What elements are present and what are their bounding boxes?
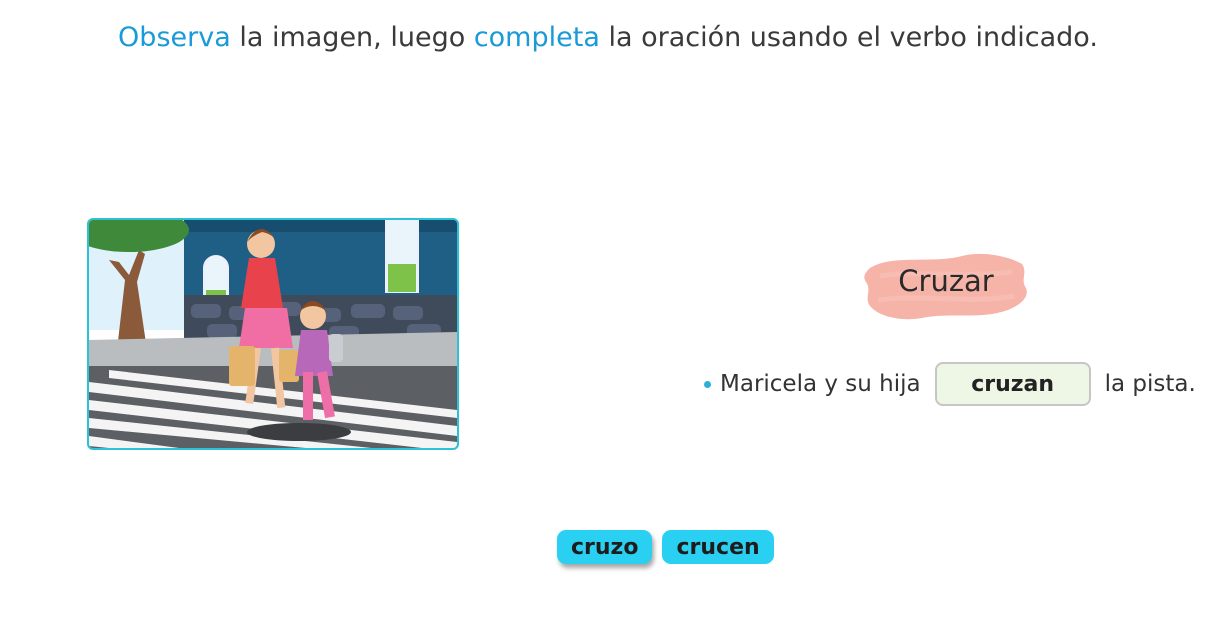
instruction-segment: la oración usando el verbo indicado. — [599, 22, 1098, 53]
verb-label: Cruzar — [898, 264, 994, 298]
instruction-segment: la imagen, luego — [230, 22, 474, 53]
instruction-text: Observa la imagen, luego completa la ora… — [0, 22, 1216, 53]
bullet-icon — [704, 380, 711, 388]
sentence-end: la pista. — [1104, 371, 1196, 397]
verb-tag: Cruzar — [862, 250, 1030, 322]
option-chip-cruzo[interactable]: cruzo — [557, 530, 653, 564]
scene-illustration — [87, 218, 459, 450]
sentence-row: Maricela y su hija cruzan la pista. — [704, 360, 1196, 408]
instruction-keyword-complete: completa — [473, 22, 600, 53]
option-chip-crucen[interactable]: crucen — [662, 530, 774, 564]
instruction-keyword-observe: Observa — [118, 22, 231, 53]
sentence-start: Maricela y su hija — [720, 371, 921, 397]
answer-options: cruzo crucen — [557, 530, 774, 564]
answer-drop-slot[interactable]: cruzan — [934, 362, 1091, 406]
street-crossing-image — [89, 220, 457, 448]
